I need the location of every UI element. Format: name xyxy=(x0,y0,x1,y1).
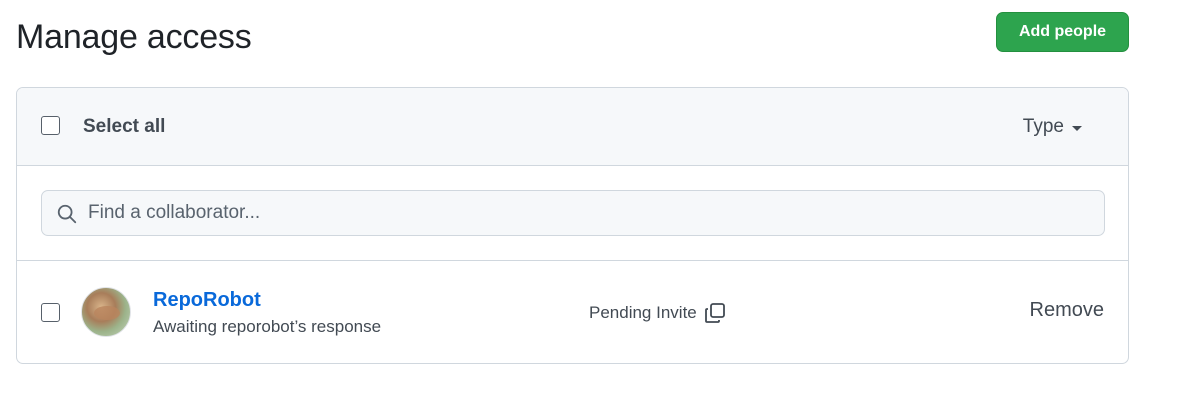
panel-header: Select all Type xyxy=(17,88,1128,166)
member-row: RepoRobot Awaiting reporobot’s response … xyxy=(17,261,1128,363)
type-filter-label: Type xyxy=(1022,116,1064,137)
select-all-checkbox[interactable] xyxy=(41,116,60,135)
search-input[interactable] xyxy=(88,191,1088,235)
search-icon xyxy=(57,204,77,224)
pending-invite-label: Pending Invite xyxy=(589,303,697,322)
copy-icon[interactable] xyxy=(703,301,727,325)
collaborators-panel: Select all Type RepoRobot Awaiting repor… xyxy=(16,87,1129,364)
pending-invite: Pending Invite xyxy=(589,301,727,325)
caret-down-icon xyxy=(1072,125,1082,131)
member-status-text: Awaiting reporobot’s response xyxy=(153,317,382,336)
select-all-label: Select all xyxy=(83,116,166,137)
remove-button[interactable]: Remove xyxy=(1030,299,1104,322)
search-box[interactable] xyxy=(41,190,1105,236)
add-people-button[interactable]: Add people xyxy=(996,12,1129,52)
avatar xyxy=(81,287,131,337)
member-name-link[interactable]: RepoRobot xyxy=(153,289,261,312)
type-filter-dropdown[interactable]: Type xyxy=(1023,116,1082,138)
search-section xyxy=(17,166,1128,261)
member-checkbox[interactable] xyxy=(41,303,60,322)
page-title: Manage access xyxy=(16,18,252,56)
